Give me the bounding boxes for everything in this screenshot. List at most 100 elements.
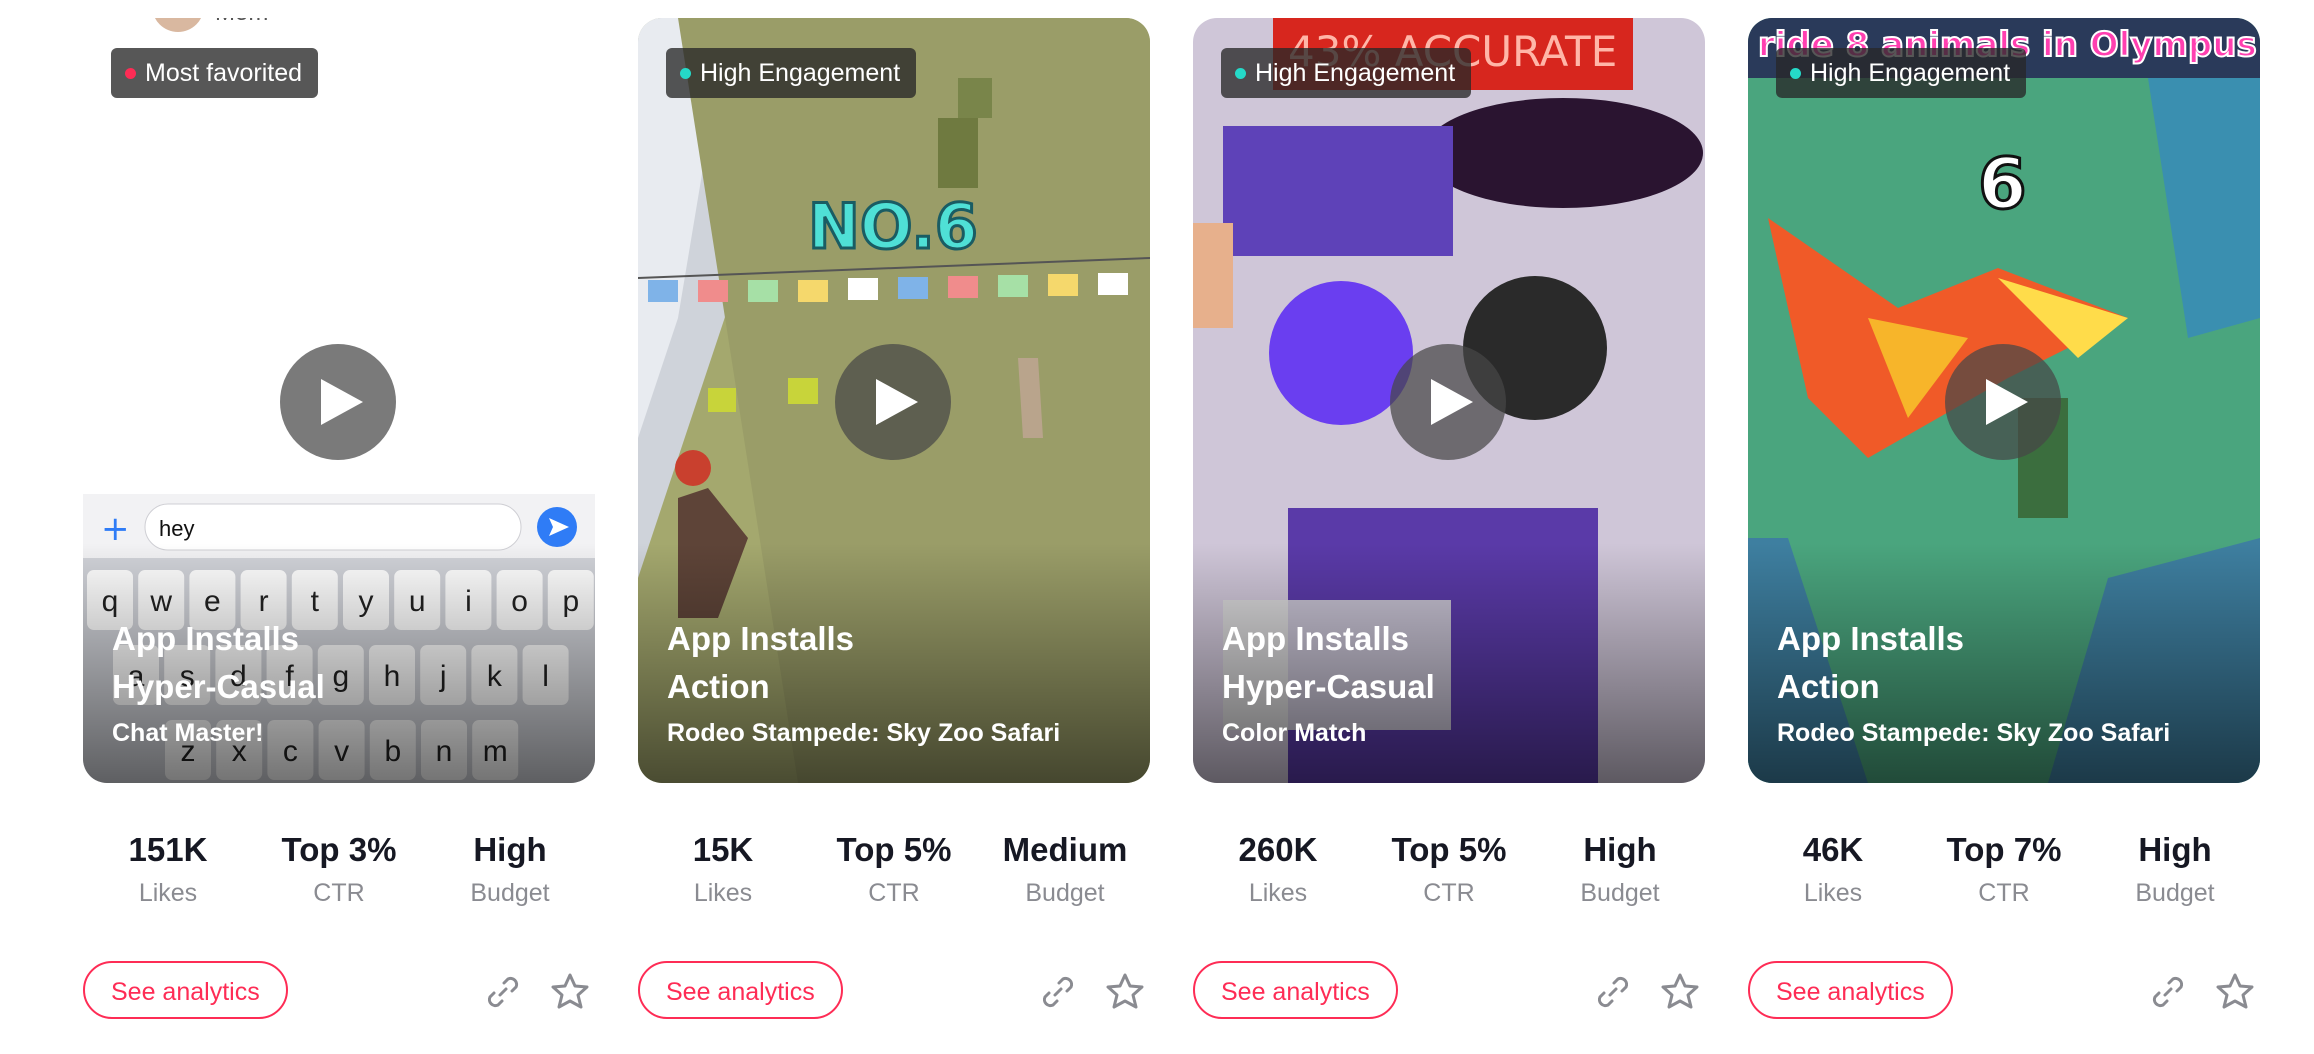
badge-dot <box>1790 67 1801 79</box>
caption-app-name: Rodeo Stampede: Sky Zoo Safari <box>667 719 1061 747</box>
caption-app-name: Rodeo Stampede: Sky Zoo Safari <box>1777 719 2171 747</box>
ad-stats: 260K Likes Top 5% CTR High Budget <box>1193 830 1705 920</box>
chat-contact-name: Mom <box>215 18 268 26</box>
stat-likes: 151K Likes <box>83 830 253 910</box>
stat-value: Medium <box>1002 831 1128 868</box>
card-actions: See analytics <box>1748 961 2260 1023</box>
play-icon <box>1986 379 2028 425</box>
video-thumbnail[interactable]: Mom + hey qwertyuiop asdfghjkl zxcvbnm M… <box>83 18 595 783</box>
stat-value: Top 5% <box>1391 831 1507 868</box>
see-analytics-button[interactable]: See analytics <box>1193 961 1398 1019</box>
play-icon <box>321 379 363 425</box>
caption-category: Hyper-Casual <box>112 668 325 705</box>
video-thumbnail[interactable]: 43% ACCURATE High Engagement App Install… <box>1193 18 1705 783</box>
stat-value: Top 3% <box>281 831 397 868</box>
stat-value: 15K <box>692 831 754 868</box>
video-caption: App Installs Hyper-Casual Color Match <box>1222 615 1435 753</box>
badge-dot <box>1235 67 1246 79</box>
stat-label: CTR <box>313 879 365 907</box>
card-actions: See analytics <box>83 961 595 1023</box>
chat-input-text: hey <box>159 516 194 541</box>
video-caption: App Installs Hyper-Casual Chat Master! <box>112 615 325 753</box>
play-button[interactable] <box>835 344 951 460</box>
stat-value: Top 7% <box>1946 831 2062 868</box>
badge-dot <box>125 67 136 79</box>
copy-link-button[interactable] <box>478 967 528 1017</box>
stat-ctr: Top 5% CTR <box>1364 830 1534 910</box>
ad-card: NO.6 High Engagement App Installs Action… <box>638 0 1150 1054</box>
video-caption: App Installs Action Rodeo Stampede: Sky … <box>1777 615 2170 753</box>
stat-value: 46K <box>1802 831 1864 868</box>
video-thumbnail[interactable]: ride 8 animals in Olympus 6 High Engagem… <box>1748 18 2260 783</box>
stat-budget: High Budget <box>1535 830 1705 910</box>
ad-card: 43% ACCURATE High Engagement App Install… <box>1193 0 1705 1054</box>
stat-likes: 15K Likes <box>638 830 808 910</box>
see-analytics-button[interactable]: See analytics <box>638 961 843 1019</box>
stat-likes: 46K Likes <box>1748 830 1918 910</box>
favorite-button[interactable] <box>1655 967 1705 1017</box>
star-icon <box>1106 973 1144 1009</box>
caption-category: Action <box>1777 668 1880 705</box>
badge-label: High Engagement <box>700 59 901 87</box>
caption-objective: App Installs <box>112 620 300 657</box>
star-icon <box>2216 973 2254 1009</box>
favorite-button[interactable] <box>1100 967 1150 1017</box>
ad-stats: 15K Likes Top 5% CTR Medium Budget <box>638 830 1150 920</box>
stat-value: Top 5% <box>836 831 952 868</box>
stat-budget: High Budget <box>425 830 595 910</box>
ad-stats: 46K Likes Top 7% CTR High Budget <box>1748 830 2260 920</box>
star-icon <box>1661 973 1699 1009</box>
stat-label: Likes <box>1803 879 1863 907</box>
copy-link-button[interactable] <box>1588 967 1638 1017</box>
link-icon <box>1042 976 1074 1008</box>
stat-budget: Medium Budget <box>980 830 1150 910</box>
caption-app-name: Chat Master! <box>112 719 264 747</box>
stat-value: High <box>473 831 547 868</box>
stat-label: Budget <box>1580 879 1660 907</box>
stat-value: High <box>1583 831 1657 868</box>
stat-label: Likes <box>693 879 753 907</box>
counter-text: 6 <box>1978 143 2027 225</box>
favorite-button[interactable] <box>2210 967 2260 1017</box>
stat-label: CTR <box>1423 879 1475 907</box>
stat-likes: 260K Likes <box>1193 830 1363 910</box>
copy-link-button[interactable] <box>1033 967 1083 1017</box>
badge-label: High Engagement <box>1810 59 2011 87</box>
stat-label: Likes <box>138 879 198 907</box>
play-button[interactable] <box>280 344 396 460</box>
ad-card: ride 8 animals in Olympus 6 High Engagem… <box>1748 0 2260 1054</box>
engagement-badge: High Engagement <box>666 48 917 98</box>
caption-objective: App Installs <box>667 620 855 657</box>
stat-ctr: Top 7% CTR <box>1919 830 2089 910</box>
stat-budget: High Budget <box>2090 830 2260 910</box>
engagement-badge: Most favorited <box>111 48 319 98</box>
link-icon <box>1597 976 1629 1008</box>
caption-objective: App Installs <box>1222 620 1410 657</box>
caption-objective: App Installs <box>1777 620 1965 657</box>
stat-value: 260K <box>1238 831 1318 868</box>
see-analytics-button[interactable]: See analytics <box>83 961 288 1019</box>
caption-app-name: Color Match <box>1222 719 1367 747</box>
play-button[interactable] <box>1390 344 1506 460</box>
ad-card: Mom + hey qwertyuiop asdfghjkl zxcvbnm M… <box>83 0 595 1054</box>
stat-ctr: Top 3% CTR <box>254 830 424 910</box>
see-analytics-button[interactable]: See analytics <box>1748 961 1953 1019</box>
link-icon <box>2152 976 2184 1008</box>
video-thumbnail[interactable]: NO.6 High Engagement App Installs Action… <box>638 18 1150 783</box>
stat-ctr: Top 5% CTR <box>809 830 979 910</box>
caption-category: Hyper-Casual <box>1222 668 1435 705</box>
stat-value: High <box>2138 831 2212 868</box>
badge-label: Most favorited <box>145 59 303 87</box>
overlay-text: NO.6 <box>808 190 978 263</box>
favorite-button[interactable] <box>545 967 595 1017</box>
card-actions: See analytics <box>1193 961 1705 1023</box>
stat-label: Budget <box>470 879 550 907</box>
stat-value: 151K <box>128 831 208 868</box>
copy-link-button[interactable] <box>2143 967 2193 1017</box>
stat-label: Budget <box>2135 879 2215 907</box>
play-button[interactable] <box>1945 344 2061 460</box>
stat-label: CTR <box>868 879 920 907</box>
video-caption: App Installs Action Rodeo Stampede: Sky … <box>667 615 1060 753</box>
stat-label: Likes <box>1248 879 1308 907</box>
stat-label: Budget <box>1025 879 1105 907</box>
